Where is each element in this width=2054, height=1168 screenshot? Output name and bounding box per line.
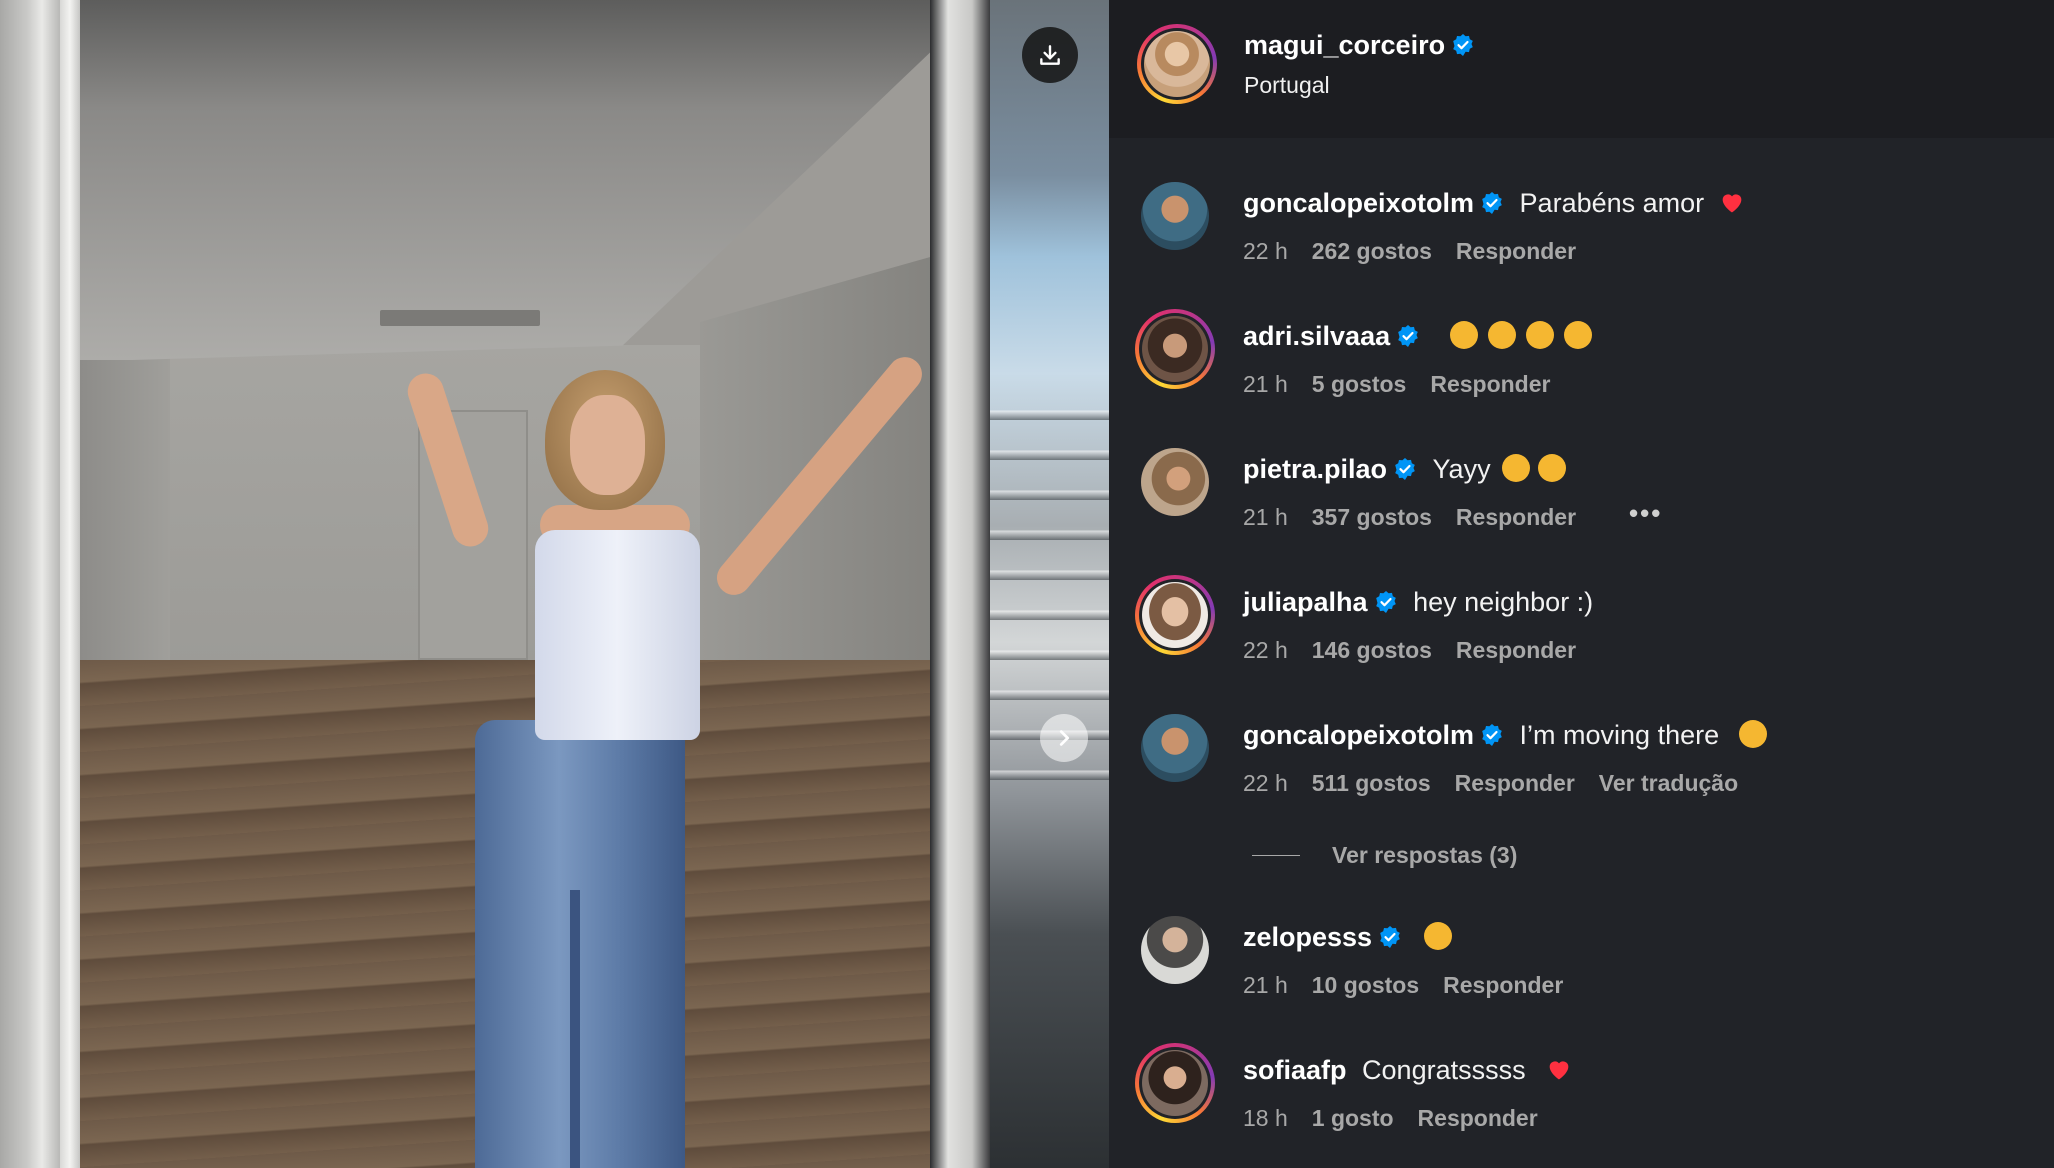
comment-text: Yayy [1432, 454, 1491, 484]
reply-button[interactable]: Responder [1456, 637, 1576, 663]
commenter-username[interactable]: adri.silvaaa [1243, 321, 1390, 351]
photo-door-frame [60, 0, 80, 1168]
heart-eyes-icon [1538, 454, 1567, 482]
download-icon [1040, 45, 1060, 65]
comment-text: Congratsssss [1362, 1055, 1526, 1085]
author-name-text[interactable]: magui_corceiro [1244, 30, 1445, 60]
more-options-button[interactable]: ••• [1629, 498, 1662, 529]
verified-badge-icon [1380, 926, 1400, 948]
see-translation-button[interactable]: Ver tradução [1599, 770, 1738, 796]
commenter-avatar[interactable] [1135, 309, 1215, 389]
grinning-face-icon [1738, 720, 1767, 748]
post-photo [0, 0, 1109, 1168]
comment-likes[interactable]: 1 gosto [1312, 1105, 1394, 1131]
comment-meta: 22 h 262 gostos Responder [1243, 238, 1600, 265]
verified-badge-icon [1398, 325, 1418, 347]
red-heart-icon [1549, 1061, 1569, 1080]
commenter-avatar[interactable] [1141, 714, 1209, 782]
commenter-username[interactable]: sofiaafp [1243, 1055, 1347, 1085]
author-avatar[interactable] [1137, 24, 1217, 104]
author-username[interactable]: magui_corceiro [1244, 30, 1475, 61]
red-heart-icon [1722, 194, 1742, 213]
post-header: magui_corceiro Portugal [1109, 0, 2054, 138]
photo-subject [403, 290, 929, 1168]
comment-likes[interactable]: 146 gostos [1312, 637, 1432, 663]
comment-time[interactable]: 21 h [1243, 504, 1288, 530]
verified-badge-icon [1375, 591, 1396, 613]
comment-likes[interactable]: 10 gostos [1312, 972, 1419, 998]
reply-button[interactable]: Responder [1456, 238, 1576, 264]
commenter-username[interactable]: pietra.pilao [1243, 454, 1387, 484]
comment-item: pietra.pilao Yayy 21 h 357 gostos Responde… [1109, 448, 2054, 574]
comment-meta: 21 h 10 gostos Responder [1243, 972, 1587, 999]
heart-eyes-icon [1423, 922, 1452, 950]
commenter-avatar[interactable] [1141, 182, 1209, 250]
comment-text: I’m moving there [1519, 720, 1720, 750]
comment-item: zelopesss 21 h 10 gostos Responder [1109, 916, 2054, 1042]
post-location[interactable]: Portugal [1244, 72, 1330, 99]
verified-badge-icon [1482, 724, 1502, 746]
commenter-avatar[interactable] [1135, 1043, 1215, 1123]
comment-meta: 21 h 357 gostos Responder [1243, 504, 1600, 531]
comments-panel: magui_corceiro Portugal goncalopeixotolm… [1109, 0, 2054, 1168]
reply-button[interactable]: Responder [1443, 972, 1563, 998]
reply-button[interactable]: Responder [1418, 1105, 1538, 1131]
photo-wall [0, 0, 60, 1168]
comment-likes[interactable]: 357 gostos [1312, 504, 1432, 530]
commenter-username[interactable]: zelopesss [1243, 922, 1372, 952]
reply-button[interactable]: Responder [1456, 504, 1576, 530]
comment-item: adri.silvaaa 21 h 5 gostos Responder [1109, 309, 2054, 441]
comment-text: Parabéns amor [1519, 188, 1705, 218]
reply-button[interactable]: Responder [1430, 371, 1550, 397]
comment-time[interactable]: 18 h [1243, 1105, 1288, 1131]
kissing-face-icon [1563, 321, 1592, 349]
comment-likes[interactable]: 5 gostos [1312, 371, 1407, 397]
verified-badge-icon [1453, 34, 1473, 56]
comment-time[interactable]: 22 h [1243, 770, 1288, 796]
comment-item: goncalopeixotolm I’m moving there 22 h 51… [1109, 714, 2054, 840]
commenter-username[interactable]: juliapalha [1243, 587, 1368, 617]
verified-badge-icon [1482, 192, 1502, 214]
chevron-right-icon [1059, 730, 1070, 746]
photo-window-frame [930, 0, 990, 1168]
reply-button[interactable]: Responder [1455, 770, 1575, 796]
heart-eyes-icon [1502, 454, 1531, 482]
comment-meta: 21 h 5 gostos Responder [1243, 371, 1574, 398]
verified-badge-icon [1395, 458, 1415, 480]
commenter-avatar[interactable] [1141, 448, 1209, 516]
comment-likes[interactable]: 262 gostos [1312, 238, 1432, 264]
comment-text: hey neighbor :) [1413, 587, 1594, 617]
comment-time[interactable]: 21 h [1243, 972, 1288, 998]
comment-item: sofiaafp Congratsssss 18 h 1 gosto Respond… [1109, 1043, 2054, 1168]
next-photo-button[interactable] [1040, 714, 1088, 762]
commenter-avatar[interactable] [1141, 916, 1209, 984]
comment-item: goncalopeixotolm Parabéns amor 22 h 262 g… [1109, 182, 2054, 308]
view-replies-button[interactable]: Ver respostas (3) [1252, 842, 1517, 869]
commenter-avatar[interactable] [1135, 575, 1215, 655]
kissing-face-icon [1449, 321, 1478, 349]
kissing-face-icon [1487, 321, 1516, 349]
download-button[interactable] [1022, 27, 1078, 83]
replies-divider [1252, 855, 1300, 856]
comment-time[interactable]: 22 h [1243, 238, 1288, 264]
commenter-username[interactable]: goncalopeixotolm [1243, 188, 1474, 218]
view-replies-label[interactable]: Ver respostas (3) [1332, 842, 1517, 869]
comment-time[interactable]: 22 h [1243, 637, 1288, 663]
kissing-face-icon [1525, 321, 1554, 349]
commenter-username[interactable]: goncalopeixotolm [1243, 720, 1474, 750]
comment-likes[interactable]: 511 gostos [1312, 770, 1431, 796]
comment-time[interactable]: 21 h [1243, 371, 1288, 397]
comment-item: juliapalha hey neighbor :) 22 h 146 gosto… [1109, 575, 2054, 707]
comment-meta: 22 h 511 gostos Responder Ver tradução [1243, 770, 1762, 797]
app-root: magui_corceiro Portugal goncalopeixotolm… [0, 0, 2054, 1168]
comment-meta: 18 h 1 gosto Responder [1243, 1105, 1562, 1132]
comment-meta: 22 h 146 gostos Responder [1243, 637, 1600, 664]
